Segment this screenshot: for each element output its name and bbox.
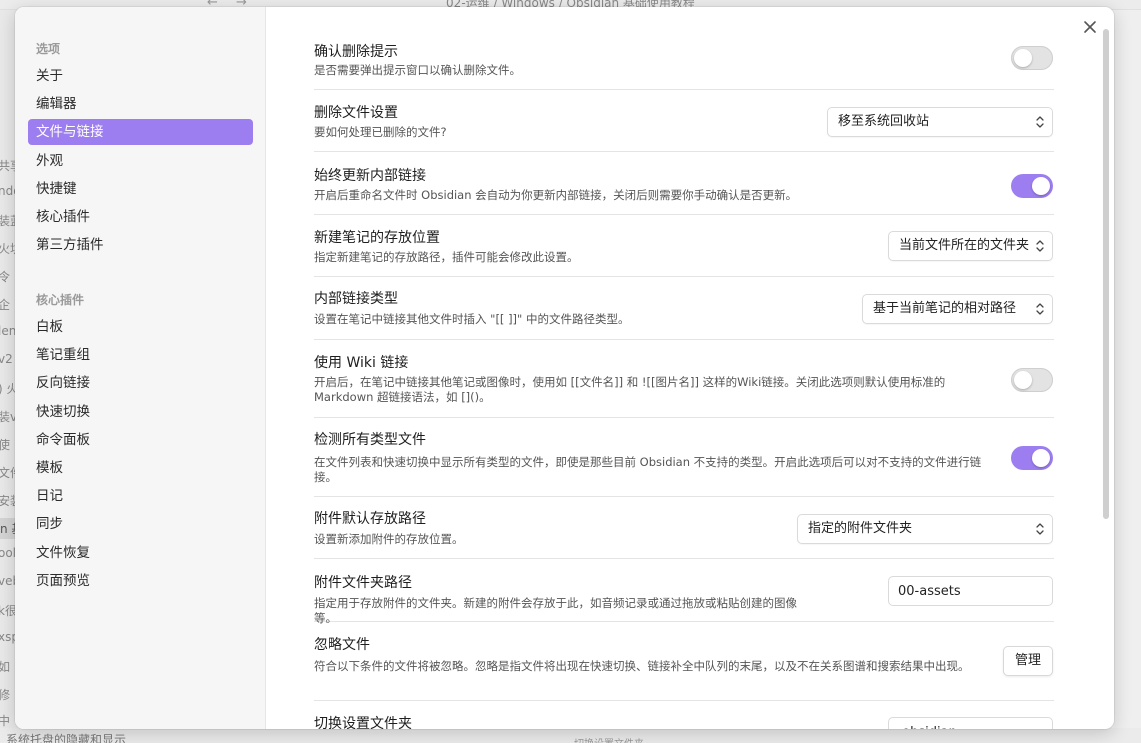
background-file-fragment: 使 [0,438,11,452]
setting-description: 符合以下条件的文件将被忽略。忽略是指文件将出现在快速切换、链接补全中队列的末尾，… [314,659,970,673]
setting-row: 删除文件设置要如何处理已删除的文件? 移至系统回收站 [314,90,1054,152]
background-file-fragment: 修 [0,688,11,702]
settings-modal: 选项 关于 编辑器 文件与链接 外观 快捷键 核心插件 第三方插件 核心插件 白板 笔记重组反… [15,7,1114,729]
setting-name: 使用 Wiki 链接 [314,355,409,371]
sidebar-item-0[interactable]: 关于 [28,63,253,89]
setting-description: 是否需要弹出提示窗口以确认删除文件。 [314,63,521,77]
toggle-switch[interactable] [1011,446,1053,470]
background-file-fragment: len [0,324,17,338]
sidebar-item-core-8[interactable]: 文件恢复 [28,540,253,566]
toggle-switch[interactable] [1011,46,1053,70]
setting-row: 附件文件夹路径 指定用于存放附件的文件夹。新建的附件会存放于此，如音频记录或通过拖… [314,559,1054,625]
setting-name: 附件默认存放路径 [314,511,426,527]
dropdown-value: 指定的附件文件夹 [808,521,913,536]
settings-sidebar: 选项 关于 编辑器 文件与链接 外观 快捷键 核心插件 第三方插件 核心插件 白板 笔记重组反… [15,7,266,729]
sidebar-item-core-4[interactable]: 命令面板 [28,427,253,453]
setting-row: 附件默认存放路径设置新添加附件的存放位置。 指定的附件文件夹 [314,497,1054,559]
sidebar-item-3[interactable]: 外观 [28,148,253,174]
setting-name: 新建笔记的存放位置 [314,230,440,246]
setting-text-input[interactable] [888,717,1053,729]
setting-name: 附件文件夹路径 [314,575,412,591]
background-file-item: 系统托盘的隐藏和显示 [6,733,127,743]
sidebar-heading-options: 选项 [36,42,61,56]
setting-row: 忽略文件符合以下条件的文件将被忽略。忽略是指文件将出现在快速切换、链接补全中队列… [314,622,1054,701]
setting-description: 设置在笔记中链接其他文件时插入 "[[ ]]" 中的文件路径类型。 [314,312,630,326]
setting-name: 删除文件设置 [314,105,398,121]
settings-content: 确认删除提示是否需要弹出提示窗口以确认删除文件。 删除文件设置要如何处理已删除的文… [267,7,1114,729]
chevron-updown-icon [1036,116,1044,128]
sidebar-item-1[interactable]: 编辑器 [28,91,253,117]
setting-description: 开启后，在笔记中链接其他笔记或图像时，使用如 [[文件名]] 和 ![[图片名]… [314,375,946,404]
manage-button[interactable]: 管理 [1003,646,1053,676]
dropdown-value: 移至系统回收站 [838,114,930,129]
background-file-fragment: 如 [0,660,11,674]
setting-description: 开启后重命名文件时 Obsidian 会自动为你更新内部链接，关闭后则需要你手动… [314,188,798,202]
sidebar-item-core-9[interactable]: 页面预览 [28,568,253,594]
toggle-knob [1032,177,1050,195]
setting-row: 切换设置文件夹 [314,701,1054,729]
setting-row: 检测所有类型文件在文件列表和快速切换中显示所有类型的文件，即使是那些目前 Obs… [314,418,1054,497]
setting-row: 确认删除提示是否需要弹出提示窗口以确认删除文件。 [314,29,1054,90]
background-file-fragment: v2 [0,352,13,366]
background-editor-edge [1114,10,1141,728]
background-file-fragment: 中 [0,714,11,728]
setting-name: 内部链接类型 [314,291,398,307]
toggle-knob [1032,449,1050,467]
setting-description: 设置新添加附件的存放位置。 [314,532,464,546]
setting-name: 确认删除提示 [314,44,398,60]
chevron-updown-icon [1036,240,1044,252]
toggle-switch[interactable] [1011,174,1053,198]
setting-name: 检测所有类型文件 [314,432,426,448]
chevron-updown-icon [1036,523,1044,535]
sidebar-heading-core-plugins: 核心插件 [36,293,85,307]
chevron-updown-icon [1036,303,1044,315]
dropdown-value: 当前文件所在的文件夹 [899,238,1030,253]
setting-description: 在文件列表和快速切换中显示所有类型的文件，即使是那些目前 Obsidian 不支… [314,455,982,484]
setting-dropdown[interactable]: 当前文件所在的文件夹 [888,231,1053,261]
setting-description: 指定新建笔记的存放路径，插件可能会修改此设置。 [314,250,579,264]
sidebar-item-core-1[interactable]: 笔记重组 [28,342,253,368]
scrollbar[interactable] [1103,29,1109,519]
setting-row: 内部链接类型设置在笔记中链接其他文件时插入 "[[ ]]" 中的文件路径类型。 基… [314,277,1054,340]
setting-row: 使用 Wiki 链接开启后，在笔记中链接其他笔记或图像时，使用如 [[文件名]]… [314,340,1054,418]
background-file-fragment: ool [0,546,17,560]
toggle-switch[interactable] [1011,368,1053,392]
sidebar-item-core-3[interactable]: 快速切换 [28,399,253,425]
setting-name: 忽略文件 [314,637,370,653]
setting-description: 要如何处理已删除的文件? [314,125,447,139]
background-bottom-area [0,728,1141,743]
sidebar-item-core-6[interactable]: 日记 [28,483,253,509]
setting-row: 新建笔记的存放位置指定新建笔记的存放路径，插件可能会修改此设置。 当前文件所在的文… [314,215,1054,277]
setting-text-input[interactable] [888,576,1053,606]
dropdown-value: 基于当前笔记的相对路径 [873,301,1017,316]
setting-dropdown[interactable]: 指定的附件文件夹 [797,514,1053,544]
toggle-knob [1014,371,1032,389]
background-file-fragment: 令 [0,270,11,284]
setting-name: 切换设置文件夹 [314,716,412,729]
setting-dropdown[interactable]: 基于当前笔记的相对路径 [862,294,1053,324]
setting-name: 始终更新内部链接 [314,168,426,184]
setting-dropdown[interactable]: 移至系统回收站 [827,107,1053,137]
sidebar-item-core-2[interactable]: 反向链接 [28,370,253,396]
setting-row: 始终更新内部链接开启后重命名文件时 Obsidian 会自动为你更新内部链接，关… [314,152,1054,215]
sidebar-item-core-5[interactable]: 模板 [28,455,253,481]
sidebar-item-2[interactable]: 文件与链接 [28,119,253,146]
sidebar-item-core-0[interactable]: 白板 [28,314,253,340]
sidebar-item-core-7[interactable]: 同步 [28,511,253,537]
background-editor-text: 切换设置文件夹 [574,735,644,743]
background-file-fragment: 企 [0,298,11,312]
sidebar-item-5[interactable]: 核心插件 [28,204,253,230]
sidebar-item-4[interactable]: 快捷键 [28,176,253,202]
sidebar-item-6[interactable]: 第三方插件 [28,232,253,258]
toggle-knob [1014,49,1032,67]
